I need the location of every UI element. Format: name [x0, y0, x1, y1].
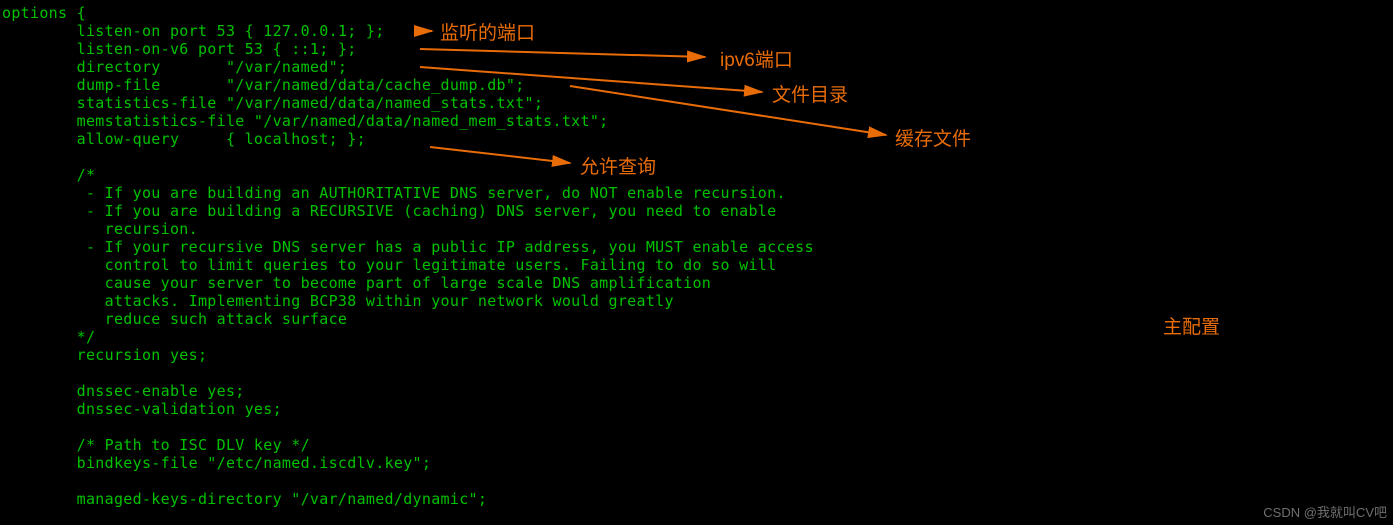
watermark: CSDN @我就叫CV吧 — [1263, 502, 1387, 521]
annotation-dump-file: 缓存文件 — [895, 124, 971, 151]
annotation-directory: 文件目录 — [772, 80, 848, 107]
annotation-main-config: 主配置 — [1163, 312, 1220, 339]
annotation-allow-query: 允许查询 — [580, 152, 656, 179]
annotation-ipv6-port: ipv6端口 — [720, 45, 793, 72]
terminal-window: options { listen-on port 53 { 127.0.0.1;… — [0, 0, 1393, 525]
annotation-listen-port: 监听的端口 — [440, 18, 535, 45]
config-code-block[interactable]: options { listen-on port 53 { 127.0.0.1;… — [2, 4, 814, 508]
